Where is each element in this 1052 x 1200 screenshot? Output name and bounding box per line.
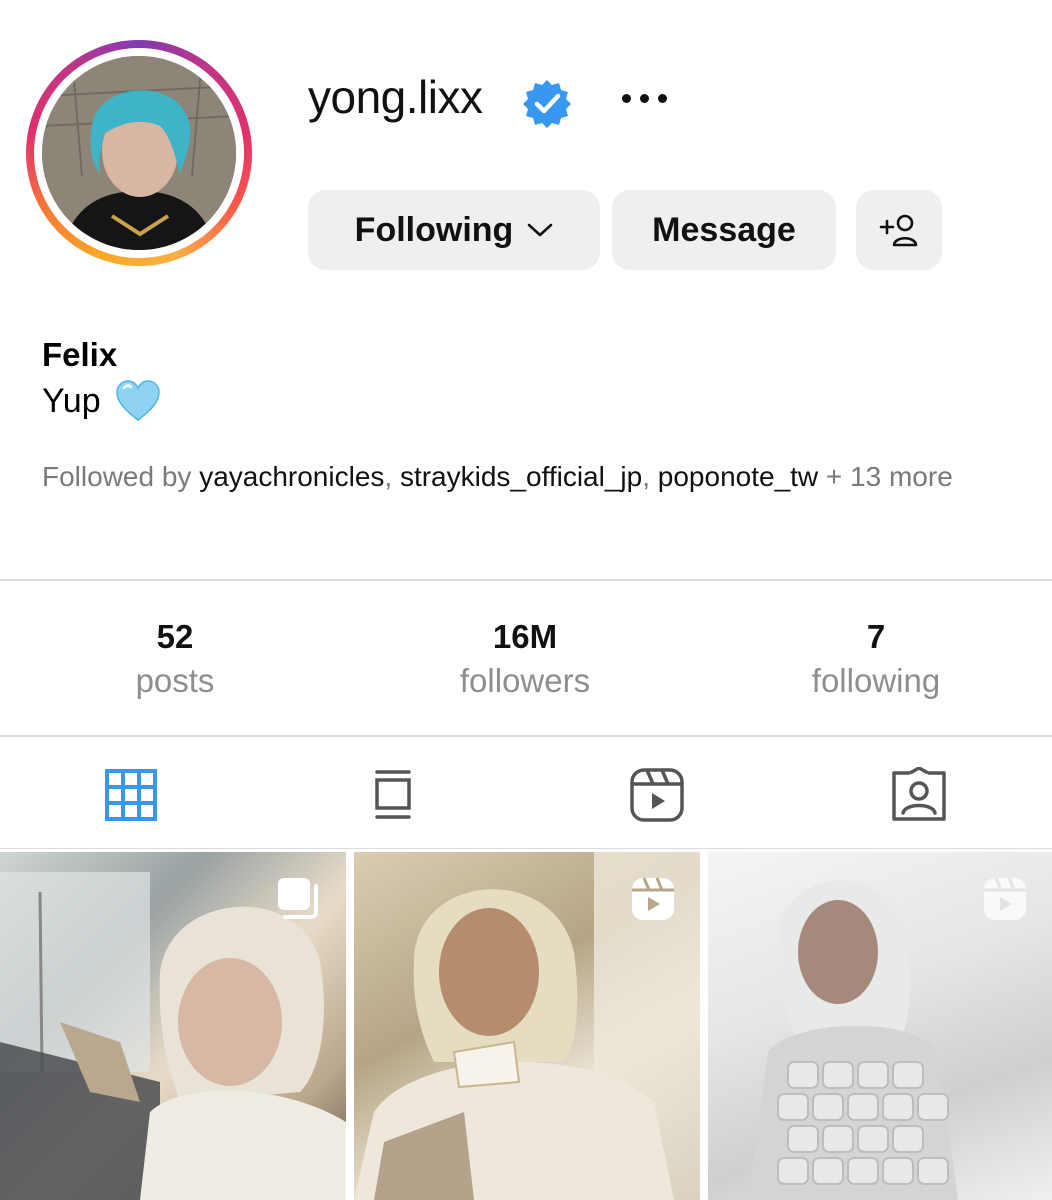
grid-icon bbox=[105, 769, 157, 821]
followed-by-account[interactable]: poponote_tw bbox=[658, 461, 818, 492]
light-blue-heart-icon bbox=[115, 380, 160, 421]
followed-by-account[interactable]: yayachronicles bbox=[199, 461, 384, 492]
stat-value: 7 bbox=[866, 618, 886, 655]
avatar-story-ring[interactable] bbox=[26, 40, 252, 266]
reel-icon bbox=[632, 877, 674, 920]
stat-posts[interactable]: 52 posts bbox=[55, 618, 295, 700]
message-button-label: Message bbox=[652, 210, 796, 249]
tab-feed[interactable] bbox=[358, 760, 428, 830]
reel-icon bbox=[984, 877, 1026, 920]
followed-by-more[interactable]: + 13 more bbox=[826, 461, 953, 492]
avatar[interactable] bbox=[42, 56, 236, 250]
dot bbox=[621, 93, 631, 103]
post-thumbnail[interactable] bbox=[354, 852, 700, 1200]
dot bbox=[639, 93, 649, 103]
feed-icon bbox=[375, 770, 411, 819]
add-person-icon bbox=[879, 214, 918, 247]
stat-label: followers bbox=[459, 662, 591, 699]
dot bbox=[657, 93, 667, 103]
separator: , bbox=[642, 461, 650, 492]
followed-by-prefix: Followed by bbox=[42, 461, 192, 492]
post-thumbnail[interactable] bbox=[0, 852, 346, 1200]
stat-following[interactable]: 7 following bbox=[756, 618, 996, 700]
following-button[interactable]: Following bbox=[308, 190, 600, 270]
chevron-down-icon bbox=[528, 223, 553, 237]
followed-by[interactable]: Followed by yayachronicles, straykids_of… bbox=[42, 456, 1022, 497]
ellipsis-icon[interactable] bbox=[612, 78, 676, 118]
add-user-button[interactable] bbox=[856, 190, 942, 270]
followed-by-account[interactable]: straykids_official_jp bbox=[400, 461, 642, 492]
stat-followers[interactable]: 16M followers bbox=[405, 618, 645, 700]
stat-value: 16M bbox=[492, 618, 558, 655]
tab-reels[interactable] bbox=[622, 760, 692, 830]
divider bbox=[0, 735, 1052, 737]
separator: , bbox=[384, 461, 393, 492]
reels-icon bbox=[630, 768, 684, 822]
carousel-icon bbox=[278, 878, 318, 919]
bio-text: Yup bbox=[42, 381, 101, 420]
bio: Yup bbox=[42, 380, 161, 422]
stat-label: posts bbox=[135, 662, 215, 699]
verified-badge-icon bbox=[523, 80, 571, 128]
stat-label: following bbox=[811, 662, 941, 699]
avatar-illustration bbox=[42, 56, 236, 250]
display-name: Felix bbox=[42, 336, 118, 373]
tagged-icon bbox=[892, 767, 946, 821]
divider bbox=[0, 848, 1052, 849]
tab-tagged[interactable] bbox=[884, 760, 954, 830]
tab-grid[interactable] bbox=[96, 760, 166, 830]
post-thumbnail[interactable] bbox=[708, 852, 1052, 1200]
following-button-label: Following bbox=[354, 210, 514, 249]
username: yong.lixx bbox=[308, 71, 483, 123]
stat-value: 52 bbox=[156, 618, 194, 655]
divider bbox=[0, 579, 1052, 581]
message-button[interactable]: Message bbox=[612, 190, 836, 270]
